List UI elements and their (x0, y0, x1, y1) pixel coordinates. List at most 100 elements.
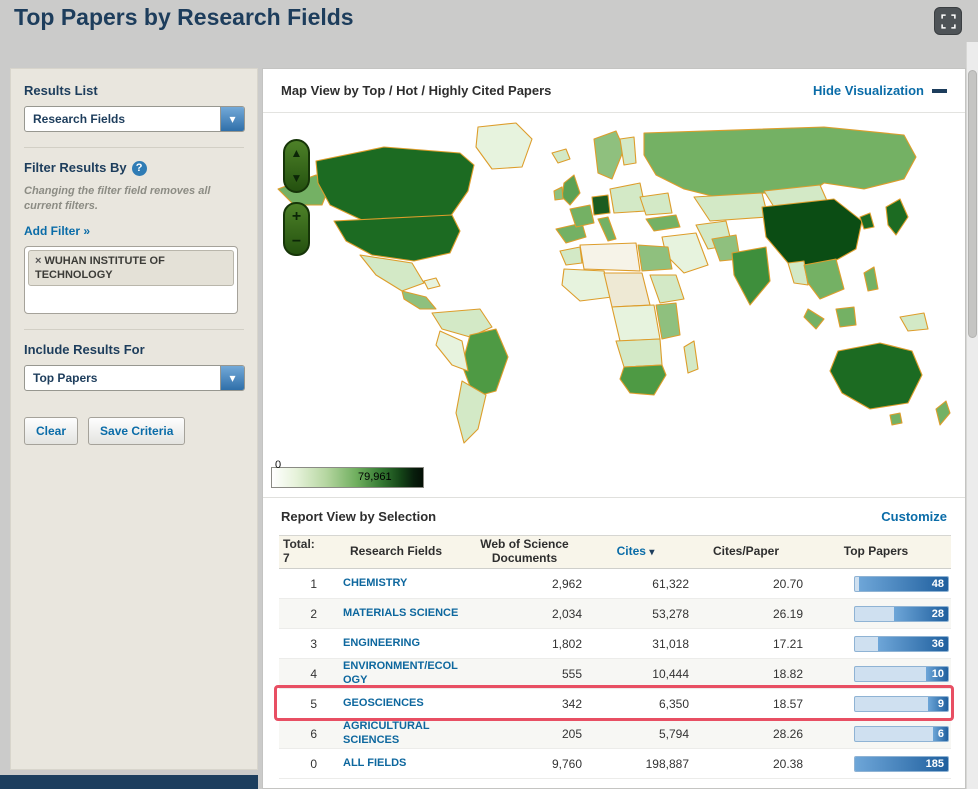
world-map[interactable] (263, 113, 965, 461)
rank-cell: 5 (310, 696, 317, 711)
results-list-dropdown[interactable]: Research Fields ▾ (24, 106, 245, 132)
column-header-cites-per-paper: Cites/Paper (712, 544, 780, 559)
hide-visualization-wrap: Hide Visualization (813, 83, 947, 98)
wos-documents-cell: 1,802 (551, 636, 582, 651)
table-row-all-fields: 0 ALL FIELDS 9,760 198,887 20.38 185 (279, 749, 951, 779)
page-title: Top Papers by Research Fields (14, 4, 354, 30)
cites-per-paper-cell: 17.21 (772, 636, 803, 651)
rank-cell: 0 (310, 756, 317, 771)
filter-results-heading: Filter Results By? (24, 160, 244, 177)
wos-documents-cell: 555 (561, 666, 582, 681)
top-papers-value: 10 (931, 667, 944, 680)
sidebar-divider (24, 328, 244, 330)
include-results-heading: Include Results For (24, 341, 145, 357)
map-zoom-control: + − (283, 202, 310, 256)
plus-icon: + (291, 208, 302, 225)
zoom-out-button[interactable]: − (285, 229, 308, 254)
report-header: Report View by Selection Customize (263, 497, 965, 535)
chevron-down-icon[interactable]: ▾ (220, 365, 244, 390)
report-table: Total: 7 Research Fields Web of Science … (274, 535, 954, 779)
field-link[interactable]: GEOSCIENCES (343, 697, 424, 710)
hide-visualization-link[interactable]: Hide Visualization (813, 83, 924, 98)
results-list-heading: Results List (24, 83, 98, 98)
top-papers-value: 6 (937, 727, 944, 740)
top-papers-value: 36 (931, 637, 944, 650)
zoom-in-button[interactable]: + (285, 204, 308, 229)
arrow-down-icon: ▼ (290, 171, 303, 185)
pan-down-button[interactable]: ▼ (285, 166, 308, 191)
field-link[interactable]: MATERIALS SCIENCE (343, 607, 458, 620)
cites-cell: 6,350 (658, 696, 689, 711)
remove-filter-icon[interactable]: × (35, 255, 41, 267)
cites-per-paper-cell: 18.82 (772, 666, 803, 681)
report-view-title: Report View by Selection (281, 509, 437, 524)
rank-cell: 3 (310, 636, 317, 651)
total-value: 7 (283, 551, 290, 565)
cites-sort-link[interactable]: Cites (617, 544, 646, 558)
cites-per-paper-cell: 18.57 (772, 696, 803, 711)
cites-per-paper-cell: 20.70 (772, 576, 803, 591)
table-row: 3 ENGINEERING 1,802 31,018 17.21 36 (279, 629, 951, 659)
legend-min-value: 0 (275, 459, 282, 471)
field-link[interactable]: ENVIRONMENT/ECOLOGY (343, 660, 463, 686)
field-link[interactable]: ALL FIELDS (343, 757, 406, 770)
table-row: 1 CHEMISTRY 2,962 61,322 20.70 48 (279, 569, 951, 599)
top-papers-value: 28 (931, 607, 944, 620)
top-papers-bar: 10 (854, 665, 949, 682)
arrow-up-icon: ▲ (290, 146, 303, 160)
wos-documents-cell: 2,034 (551, 606, 582, 621)
cites-cell: 31,018 (652, 636, 689, 651)
column-header-research-fields: Research Fields (349, 544, 443, 559)
cites-cell: 53,278 (652, 606, 689, 621)
top-papers-bar: 185 (854, 755, 949, 772)
top-papers-bar: 9 (854, 695, 949, 712)
cites-per-paper-cell: 28.26 (772, 726, 803, 741)
field-link[interactable]: AGRICULTURAL SCIENCES (343, 720, 463, 746)
rank-cell: 2 (310, 606, 317, 621)
include-results-dropdown[interactable]: Top Papers ▾ (24, 364, 245, 391)
wos-documents-cell: 9,760 (551, 756, 582, 771)
chevron-down-icon[interactable]: ▾ (220, 107, 244, 131)
rank-cell: 6 (310, 726, 317, 741)
visualization-header: Map View by Top / Hot / Highly Cited Pap… (263, 69, 965, 113)
pan-up-button[interactable]: ▲ (285, 141, 308, 166)
table-header-row: Total: 7 Research Fields Web of Science … (279, 535, 951, 569)
filter-tag: × WUHAN INSTITUTE OF TECHNOLOGY (28, 249, 234, 287)
top-papers-value: 185 (925, 757, 944, 770)
map-view-title: Map View by Top / Hot / Highly Cited Pap… (281, 83, 552, 98)
customize-link[interactable]: Customize (881, 509, 947, 524)
vertical-scrollbar[interactable] (966, 42, 978, 789)
choropleth-scale: 0 79,961 (271, 459, 424, 488)
clear-button[interactable]: Clear (24, 416, 79, 445)
sidebar-actions: Clear Save Criteria (24, 416, 244, 445)
help-icon[interactable]: ? (131, 161, 147, 177)
top-papers-bar: 36 (854, 635, 949, 652)
include-results-dropdown-value: Top Papers (33, 370, 98, 385)
cites-cell: 198,887 (645, 756, 689, 771)
field-link[interactable]: ENGINEERING (343, 637, 420, 650)
table-row: 4 ENVIRONMENT/ECOLOGY 555 10,444 18.82 1… (279, 659, 951, 689)
scrollbar-thumb[interactable] (968, 70, 977, 338)
field-link[interactable]: CHEMISTRY (343, 577, 407, 590)
top-papers-value: 9 (937, 697, 944, 710)
expand-button[interactable] (934, 7, 962, 35)
column-header-wos-documents: Web of Science Documents (480, 537, 569, 565)
world-map-area[interactable]: ▲ ▼ + − (263, 113, 965, 461)
save-criteria-button[interactable]: Save Criteria (88, 416, 186, 445)
main-panel: Map View by Top / Hot / Highly Cited Pap… (262, 68, 966, 789)
minimize-icon[interactable] (932, 88, 947, 93)
table-row: 2 MATERIALS SCIENCE 2,034 53,278 26.19 2… (279, 599, 951, 629)
map-controls: ▲ ▼ + − (283, 139, 310, 256)
total-count-header: Total: 7 (279, 537, 325, 566)
map-pan-control: ▲ ▼ (283, 139, 310, 193)
filter-tag-label: WUHAN INSTITUTE OF TECHNOLOGY (35, 254, 165, 282)
legend-max-value: 79,961 (358, 471, 392, 483)
top-papers-bar: 6 (854, 725, 949, 742)
active-filters-box: × WUHAN INSTITUTE OF TECHNOLOGY (24, 245, 238, 314)
cites-cell: 5,794 (658, 726, 689, 741)
column-header-cites[interactable]: Cites ▾ (582, 544, 689, 559)
map-legend-row: 0 79,961 (263, 459, 965, 497)
wos-documents-cell: 205 (561, 726, 582, 741)
add-filter-link[interactable]: Add Filter » (24, 224, 90, 238)
filter-note: Changing the filter field removes all cu… (24, 185, 211, 212)
